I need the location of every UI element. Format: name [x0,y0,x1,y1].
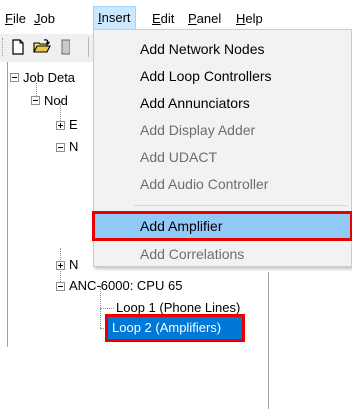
menu-job[interactable]: Job [32,9,57,29]
collapse-icon[interactable] [56,282,65,291]
tree-item-loop-1[interactable]: Loop 1 (Phone Lines) [116,300,240,316]
menu-item-add-correlations: Add Correlations [140,246,245,262]
menu-item-add-loop-controllers[interactable]: Add Loop Controllers [94,63,351,89]
menu-item-add-network-nodes[interactable]: Add Network Nodes [94,36,351,62]
menu-item-add-amplifier[interactable]: Add Amplifier [92,211,352,241]
menu-insert[interactable]: Insert [93,6,136,30]
menu-item-add-annunciators[interactable]: Add Annunciators [94,90,351,116]
collapse-icon[interactable] [56,143,65,152]
tree-item-e[interactable]: E [69,117,78,133]
tree-connector [100,308,114,309]
menu-panel[interactable]: Panel [186,9,223,29]
tree-border [7,62,8,347]
toolbar-separator [88,37,89,57]
expand-icon[interactable] [56,121,65,130]
menu-help[interactable]: Help [234,9,265,29]
collapse-icon[interactable] [10,73,19,82]
tree-item-anc-6000[interactable]: ANC-6000: CPU 65 [69,278,182,294]
save-icon[interactable] [60,37,71,57]
tree-connector [100,328,108,329]
tree-item-n[interactable]: N [69,139,78,155]
menu-edit[interactable]: Edit [150,9,176,29]
open-folder-icon[interactable] [32,37,52,57]
menu-item-add-udact: Add UDACT [140,149,218,165]
collapse-icon[interactable] [31,96,40,105]
toolbar-grip[interactable] [2,38,5,56]
new-document-icon[interactable] [8,37,28,57]
tree-item-job-details[interactable]: Job Deta [23,70,75,86]
expand-icon[interactable] [56,261,65,270]
tree-item-nodes[interactable]: Nod [44,93,68,109]
pane-divider[interactable] [268,272,269,409]
menu-file[interactable]: File [3,9,28,29]
menu-item-add-audio-controller: Add Audio Controller [140,176,269,192]
menu-item-add-display-adder: Add Display Adder [140,122,256,138]
tree-item-n-2[interactable]: N [69,257,78,273]
insert-menu-dropdown: Add Network Nodes Add Loop Controllers A… [92,29,352,267]
tree-item-loop-2[interactable]: Loop 2 (Amplifiers) [112,320,221,336]
menu-separator [134,205,348,206]
